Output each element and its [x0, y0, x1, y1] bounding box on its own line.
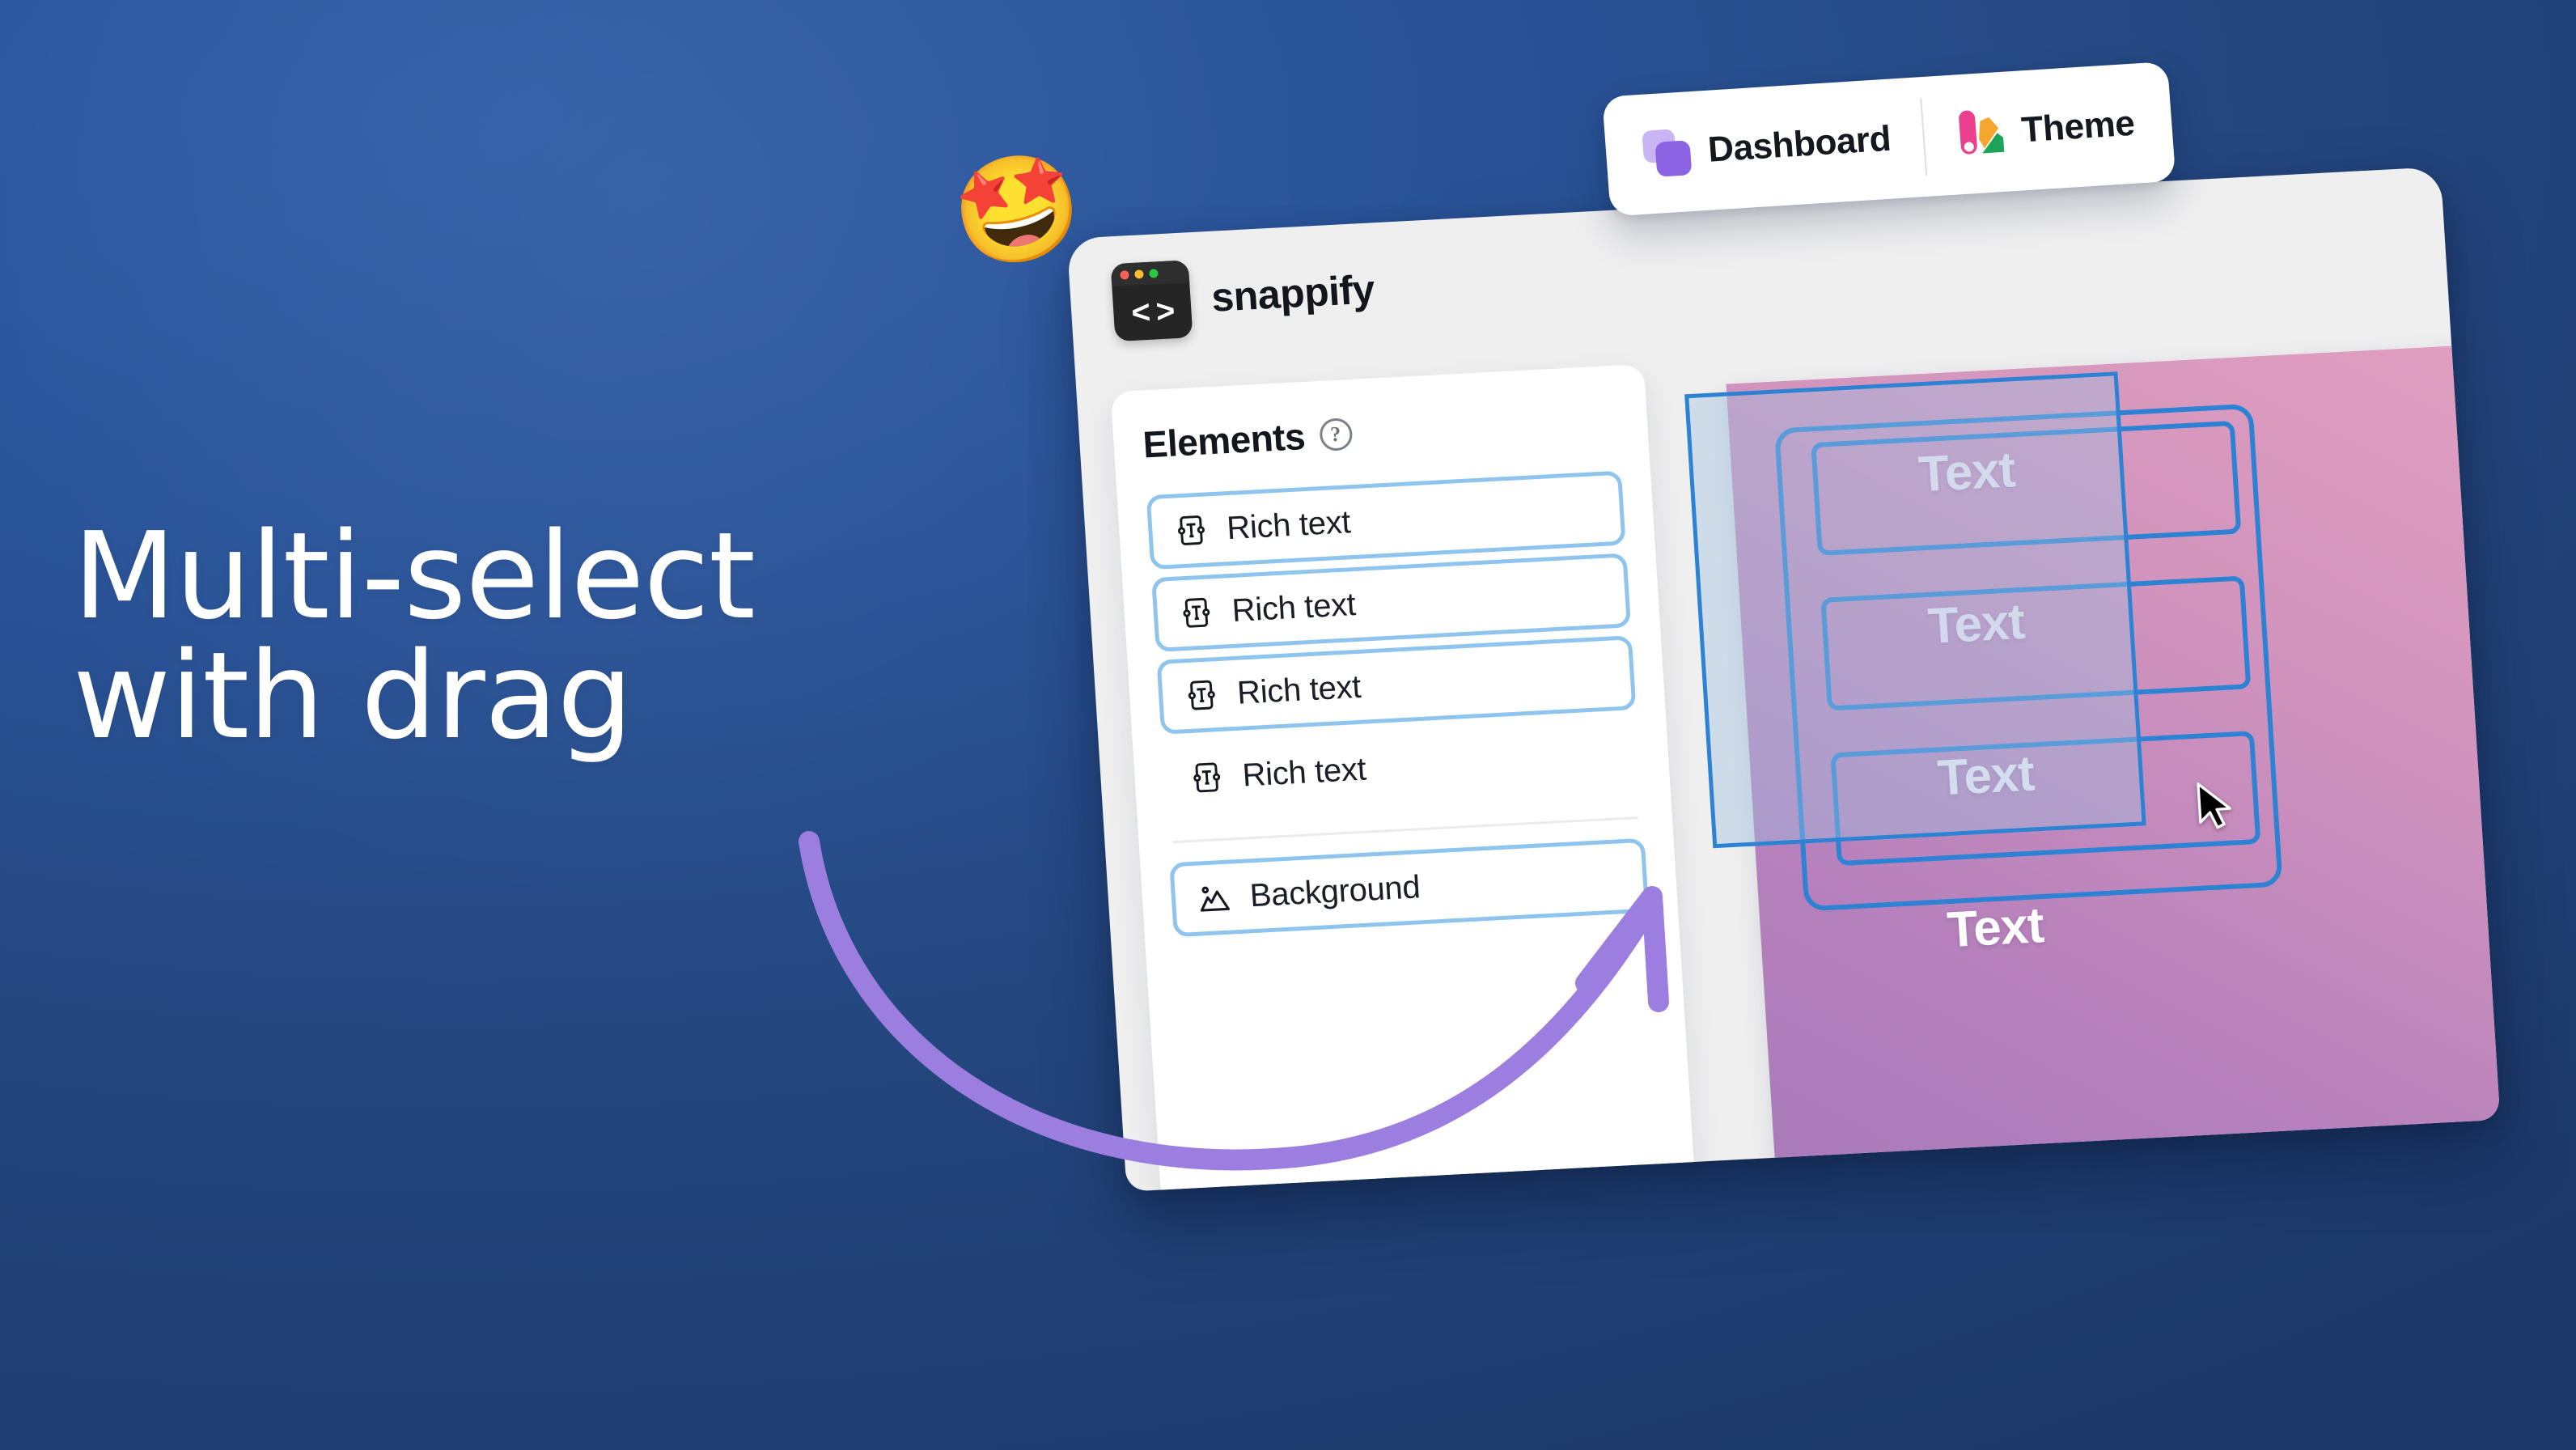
canvas-text-block[interactable]: Text [1864, 885, 2127, 970]
canvas-text-block[interactable]: Text [1845, 582, 2108, 667]
logo-dot-green [1149, 268, 1159, 278]
help-question-icon[interactable]: ? [1318, 417, 1354, 452]
nav-item-theme[interactable]: Theme [1921, 61, 2171, 196]
brand-name: snappify [1210, 266, 1376, 320]
canvas-text-label: Text [1935, 744, 2036, 807]
canvas-text-label: Text [1926, 593, 2027, 655]
nav-item-label: Dashboard [1706, 118, 1892, 170]
list-item-label: Rich text [1241, 751, 1367, 794]
dashboard-square-front [1654, 140, 1693, 177]
elements-panel-header: Elements ? [1142, 398, 1620, 467]
panel-divider [1172, 816, 1638, 844]
list-item[interactable]: Rich text [1151, 553, 1632, 652]
list-item-label: Rich text [1231, 586, 1357, 629]
list-item-label: Background [1248, 868, 1421, 914]
elements-panel-title: Elements [1142, 415, 1307, 466]
nav-item-label: Theme [2019, 103, 2136, 151]
elements-list: Rich text Rich text Rich text Rich text [1146, 470, 1642, 817]
list-item[interactable]: Rich text [1162, 718, 1642, 817]
canvas-text-block[interactable]: Text [1854, 733, 2117, 818]
list-item-background[interactable]: Background [1169, 837, 1650, 938]
page-title: Multi-select with drag [73, 507, 756, 765]
list-item[interactable]: Rich text [1156, 635, 1637, 735]
rich-text-icon [1193, 762, 1221, 793]
snappify-logo-icon: < > [1110, 260, 1193, 342]
rich-text-icon [1177, 515, 1205, 545]
elements-panel: Elements ? Rich text Rich text Rich text… [1110, 363, 1696, 1192]
app-window: < > snappify Elements ? Rich text Rich t… [1066, 167, 2501, 1192]
brand: < > snappify [1110, 250, 1377, 342]
app-window-stage: < > snappify Elements ? Rich text Rich t… [1061, 61, 2516, 1192]
canvas-text-block[interactable]: Text [1835, 430, 2098, 515]
list-item-label: Rich text [1235, 668, 1362, 711]
logo-dot-yellow [1134, 269, 1144, 279]
canvas-surface[interactable]: Text Text Text Text [1726, 341, 2501, 1192]
logo-dot-red [1120, 269, 1129, 280]
image-mountain-icon [1200, 886, 1231, 912]
nav-item-dashboard[interactable]: Dashboard [1607, 77, 1927, 216]
list-item[interactable]: Rich text [1146, 470, 1626, 570]
list-item-label: Rich text [1226, 503, 1352, 546]
canvas-text-label: Text [1917, 441, 2017, 502]
rich-text-icon [1188, 680, 1215, 710]
canvas-text-label: Text [1945, 897, 2045, 958]
canvas-area[interactable]: Text Text Text Text [1675, 322, 2501, 1192]
code-brackets-icon: < > [1130, 292, 1175, 331]
dashboard-squares-icon [1642, 128, 1693, 177]
rich-text-icon [1183, 597, 1210, 628]
color-palette-icon [1955, 107, 2006, 159]
